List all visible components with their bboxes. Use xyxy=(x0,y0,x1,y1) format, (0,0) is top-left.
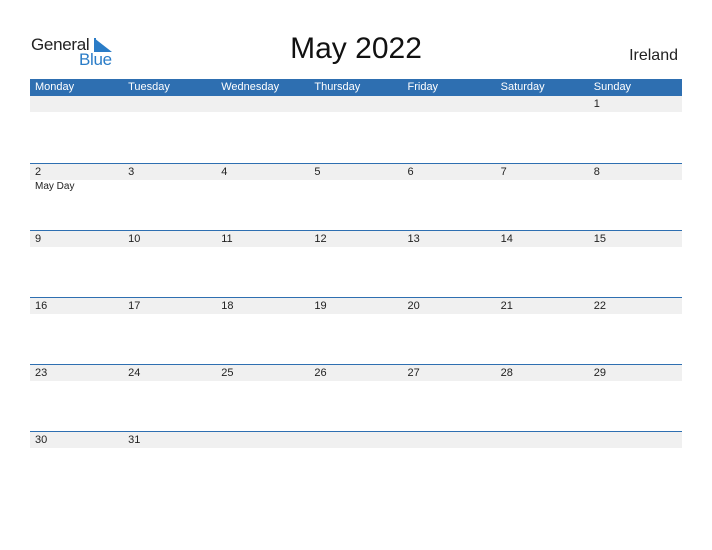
date-strip: 2 3 4 5 6 7 8 xyxy=(30,163,682,180)
holiday-label xyxy=(589,180,682,194)
day-number: 12 xyxy=(314,233,327,245)
day-number xyxy=(30,96,123,112)
day-number: 6 xyxy=(407,166,414,178)
day-number: 4 xyxy=(221,166,228,178)
day-number: 26 xyxy=(314,367,327,379)
holiday-label xyxy=(496,180,589,194)
week-row: 23 24 25 26 27 28 29 xyxy=(30,364,682,431)
weekday-tuesday: Tuesday xyxy=(128,81,170,93)
day-number: 29 xyxy=(593,367,606,379)
events-row: May Day xyxy=(30,180,682,194)
holiday-label xyxy=(403,180,496,194)
day-number xyxy=(309,432,402,448)
holiday-label xyxy=(309,180,402,194)
date-strip: 30 31 xyxy=(30,431,682,448)
week-row: 16 17 18 19 20 21 22 xyxy=(30,297,682,364)
date-strip: 9 10 11 12 13 14 15 xyxy=(30,230,682,247)
weekday-sunday: Sunday xyxy=(593,81,632,93)
day-number: 31 xyxy=(128,434,141,446)
day-number: 27 xyxy=(407,367,420,379)
day-number: 28 xyxy=(500,367,513,379)
day-number: 23 xyxy=(35,367,48,379)
weekday-thursday: Thursday xyxy=(314,81,361,93)
holiday-label: May Day xyxy=(35,181,75,192)
day-number: 21 xyxy=(500,300,513,312)
country-label: Ireland xyxy=(629,47,678,64)
day-number: 14 xyxy=(500,233,513,245)
day-number xyxy=(403,432,496,448)
holiday-label xyxy=(123,180,216,194)
holiday-label xyxy=(216,180,309,194)
day-number: 22 xyxy=(593,300,606,312)
day-number xyxy=(496,96,589,112)
day-number: 13 xyxy=(407,233,420,245)
day-number: 2 xyxy=(35,166,42,178)
day-number: 19 xyxy=(314,300,327,312)
day-number: 25 xyxy=(221,367,234,379)
weekday-friday: Friday xyxy=(407,81,439,93)
day-number xyxy=(309,96,402,112)
weekday-monday: Monday xyxy=(35,81,75,93)
day-number xyxy=(589,432,682,448)
calendar-title: May 2022 xyxy=(290,32,422,65)
day-number xyxy=(216,432,309,448)
weekday-saturday: Saturday xyxy=(500,81,545,93)
day-number: 15 xyxy=(593,233,606,245)
day-number: 20 xyxy=(407,300,420,312)
weekday-header: Monday Tuesday Wednesday Thursday Friday… xyxy=(30,79,682,96)
weekday-wednesday: Wednesday xyxy=(221,81,280,93)
day-number: 10 xyxy=(128,233,141,245)
calendar-grid: Monday Tuesday Wednesday Thursday Friday… xyxy=(30,79,682,498)
day-number xyxy=(216,96,309,112)
date-strip: 23 24 25 26 27 28 29 xyxy=(30,364,682,381)
day-number: 16 xyxy=(35,300,48,312)
week-row: 1 xyxy=(30,96,682,163)
day-number: 18 xyxy=(221,300,234,312)
day-number: 9 xyxy=(35,233,42,245)
date-strip: 16 17 18 19 20 21 22 xyxy=(30,297,682,314)
week-row: 9 10 11 12 13 14 15 xyxy=(30,230,682,297)
day-number: 8 xyxy=(593,166,600,178)
day-number: 17 xyxy=(128,300,141,312)
day-number: 7 xyxy=(500,166,507,178)
day-number: 3 xyxy=(128,166,135,178)
day-number xyxy=(403,96,496,112)
day-number: 1 xyxy=(593,98,600,110)
day-number xyxy=(123,96,216,112)
week-row: 30 31 xyxy=(30,431,682,498)
day-number: 30 xyxy=(35,434,48,446)
day-number: 5 xyxy=(314,166,321,178)
date-strip: 1 xyxy=(30,96,682,112)
week-row: 2 3 4 5 6 7 8 May Day xyxy=(30,163,682,230)
day-number: 24 xyxy=(128,367,141,379)
day-number xyxy=(496,432,589,448)
day-number: 11 xyxy=(221,233,233,245)
